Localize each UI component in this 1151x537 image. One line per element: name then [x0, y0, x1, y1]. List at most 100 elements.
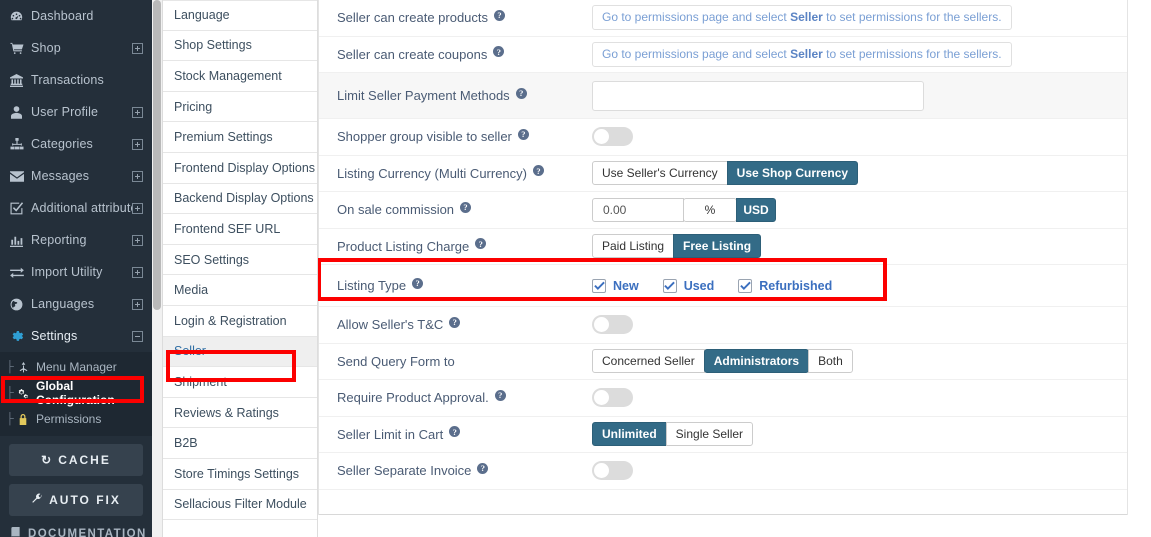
expand-plus-icon[interactable]: [132, 298, 143, 310]
help-icon[interactable]: ?: [412, 277, 424, 289]
menu-item-sellacious-filter-module[interactable]: Sellacious Filter Module: [163, 490, 317, 521]
row-listing-type: Listing Type ? New Used Refurbished: [319, 265, 1127, 307]
form-panel: Seller can create products ? Go to permi…: [318, 0, 1128, 515]
menu-item-language[interactable]: Language: [163, 0, 317, 31]
globe-icon: [8, 298, 25, 311]
menu-item-label: Sellacious Filter Module: [174, 497, 307, 512]
tree-branch-icon: ├: [6, 386, 14, 399]
label-text: Send Query Form to: [337, 353, 455, 369]
menu-item-login-registration[interactable]: Login & Registration: [163, 306, 317, 337]
row-control: [592, 315, 1127, 335]
row-control: Go to permissions page and select Seller…: [592, 41, 1127, 67]
menu-item-label: Reviews & Ratings: [174, 405, 279, 420]
sidebar-subitem-global-configuration[interactable]: ├ Global Configuration: [0, 379, 152, 407]
on-sale-commission-percent-option[interactable]: %: [683, 197, 737, 222]
product-listing-charge-option-paid[interactable]: Paid Listing: [592, 234, 675, 259]
sidebar-item-reporting[interactable]: Reporting: [0, 224, 152, 256]
row-label: Listing Currency (Multi Currency) ?: [337, 165, 592, 181]
shopper-group-visible-toggle[interactable]: [592, 127, 633, 147]
listing-type-checkbox-used[interactable]: Used: [662, 278, 714, 293]
help-icon[interactable]: ?: [493, 46, 505, 58]
send-query-option-both[interactable]: Both: [808, 349, 853, 374]
menu-item-backend-display-options[interactable]: Backend Display Options: [163, 184, 317, 215]
sidebar-item-shop[interactable]: Shop: [0, 32, 152, 64]
expand-plus-icon[interactable]: [132, 266, 143, 278]
help-icon[interactable]: ?: [449, 316, 461, 328]
product-listing-charge-option-free[interactable]: Free Listing: [673, 234, 762, 259]
require-product-approval-toggle[interactable]: [592, 388, 633, 408]
send-query-option-administrators[interactable]: Administrators: [703, 349, 810, 374]
menu-item-seo-settings[interactable]: SEO Settings: [163, 245, 317, 276]
collapse-minus-icon[interactable]: [132, 330, 143, 342]
listing-type-checkbox-refurbished[interactable]: Refurbished: [738, 278, 832, 293]
menu-item-reviews-ratings[interactable]: Reviews & Ratings: [163, 398, 317, 429]
menu-scrollbar[interactable]: [152, 0, 163, 537]
menu-item-media[interactable]: Media: [163, 275, 317, 306]
help-icon[interactable]: ?: [475, 238, 487, 250]
label-text: On sale commission: [337, 202, 455, 218]
listing-type-checkbox-new[interactable]: New: [592, 278, 639, 293]
menu-item-pricing[interactable]: Pricing: [163, 92, 317, 123]
expand-plus-icon[interactable]: [132, 170, 143, 182]
help-icon[interactable]: ?: [460, 201, 472, 213]
menu-item-frontend-display-options[interactable]: Frontend Display Options: [163, 153, 317, 184]
expand-plus-icon[interactable]: [132, 42, 143, 54]
menu-item-seller[interactable]: Seller: [163, 336, 317, 368]
listing-currency-option-seller[interactable]: Use Seller's Currency: [592, 161, 728, 186]
sidebar-item-settings[interactable]: Settings: [0, 320, 152, 352]
product-listing-charge-group: Paid Listing Free Listing: [592, 234, 762, 259]
label-text: Allow Seller's T&C: [337, 317, 444, 333]
help-icon[interactable]: ?: [449, 426, 461, 438]
send-query-option-concerned-seller[interactable]: Concerned Seller: [592, 349, 705, 374]
help-icon[interactable]: ?: [494, 389, 506, 401]
sidebar-item-transactions[interactable]: Transactions: [0, 64, 152, 96]
limit-payment-methods-input[interactable]: [592, 80, 924, 111]
expand-plus-icon[interactable]: [132, 138, 143, 150]
listing-currency-option-shop[interactable]: Use Shop Currency: [726, 161, 859, 186]
help-icon[interactable]: ?: [517, 128, 529, 140]
cache-button[interactable]: ↻ CACHE: [9, 444, 143, 476]
menu-item-shipment[interactable]: Shipment: [163, 367, 317, 398]
sidebar-item-label: Additional attribute: [31, 201, 132, 215]
sidebar-item-languages[interactable]: Languages: [0, 288, 152, 320]
sidebar-subitem-permissions[interactable]: ├ Permissions: [0, 406, 152, 432]
help-icon[interactable]: ?: [533, 165, 544, 177]
auto-fix-button[interactable]: AUTO FIX: [9, 484, 143, 516]
seller-limit-option-unlimited[interactable]: Unlimited: [592, 422, 667, 447]
help-icon[interactable]: ?: [515, 87, 527, 99]
menu-item-label: B2B: [174, 436, 198, 451]
sidebar-item-categories[interactable]: Categories: [0, 128, 152, 160]
sidebar-item-user-profile[interactable]: User Profile: [0, 96, 152, 128]
row-label: Seller Separate Invoice ?: [337, 462, 592, 479]
help-icon[interactable]: ?: [494, 9, 506, 21]
menu-item-b2b[interactable]: B2B: [163, 428, 317, 459]
expand-plus-icon[interactable]: [132, 106, 143, 118]
menu-item-premium-settings[interactable]: Premium Settings: [163, 122, 317, 153]
sidebar-item-import-utility[interactable]: Import Utility: [0, 256, 152, 288]
seller-limit-option-single-seller[interactable]: Single Seller: [665, 422, 754, 447]
dashboard-icon: [8, 10, 25, 23]
allow-sellers-tc-toggle[interactable]: [592, 315, 633, 335]
label-text: Limit Seller Payment Methods: [337, 88, 510, 103]
sidebar-item-additional-attribute[interactable]: Additional attribute: [0, 192, 152, 224]
documentation-link[interactable]: DOCUMENTATION: [0, 527, 152, 537]
menu-item-shop-settings[interactable]: Shop Settings: [163, 31, 317, 62]
menu-item-label: Pricing: [174, 99, 213, 114]
help-icon[interactable]: ?: [477, 462, 489, 474]
menu-item-label: Store Timings Settings: [174, 466, 300, 481]
seller-separate-invoice-toggle[interactable]: [592, 461, 633, 481]
sidebar-item-dashboard[interactable]: Dashboard: [0, 0, 152, 32]
menu-item-frontend-sef-url[interactable]: Frontend SEF URL: [163, 214, 317, 245]
on-sale-commission-input[interactable]: 0.00: [592, 197, 684, 222]
expand-plus-icon[interactable]: [132, 202, 143, 214]
bank-icon: [8, 73, 25, 87]
row-control: Use Seller's Currency Use Shop Currency: [592, 161, 1127, 186]
menu-item-store-timings-settings[interactable]: Store Timings Settings: [163, 459, 317, 490]
menu-item-stock-management[interactable]: Stock Management: [163, 61, 317, 92]
sidebar-subitem-menu-manager[interactable]: ├ Menu Manager: [0, 354, 152, 380]
scrollbar-thumb[interactable]: [153, 0, 161, 310]
expand-plus-icon[interactable]: [132, 234, 143, 246]
on-sale-commission-currency-option[interactable]: USD: [736, 197, 776, 222]
row-product-listing-charge: Product Listing Charge ? Paid Listing Fr…: [319, 229, 1127, 265]
sidebar-item-messages[interactable]: Messages: [0, 160, 152, 192]
